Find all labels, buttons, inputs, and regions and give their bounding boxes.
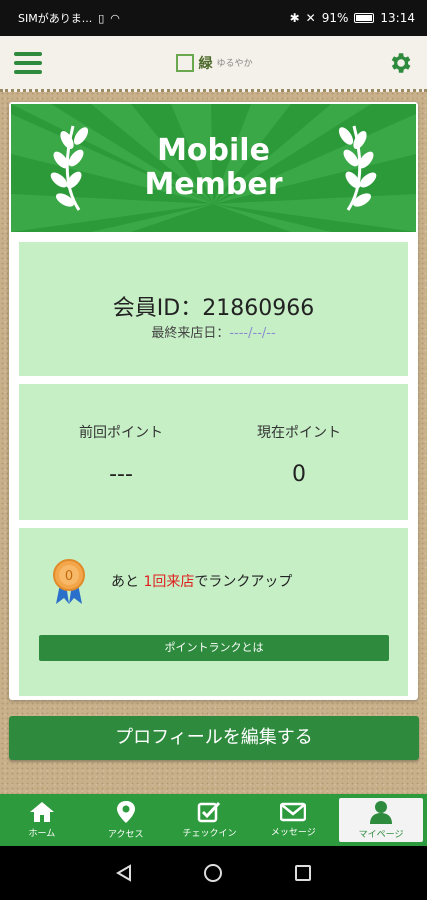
sim-icon: ▯	[98, 11, 105, 25]
nav-access[interactable]: アクセス	[84, 794, 168, 846]
envelope-icon	[280, 802, 307, 822]
back-icon[interactable]	[115, 864, 133, 882]
banner-title-line1: Mobile	[157, 133, 270, 168]
banner-title-line2: Member	[144, 167, 283, 202]
rank-msg-highlight: 1回来店	[143, 574, 195, 590]
last-visit: 最終来店日：----/--/--	[19, 322, 408, 341]
current-points-label: 現在ポイント	[257, 425, 341, 441]
system-nav-bar	[0, 846, 427, 900]
medal-icon: 0	[53, 559, 85, 604]
rank-up-message: あと 1回来店でランクアップ	[111, 571, 292, 591]
logo-mark	[176, 53, 195, 72]
previous-points: 前回ポイント ---	[41, 422, 201, 487]
nav-home[interactable]: ホーム	[0, 794, 84, 846]
nav-message[interactable]: メッセージ	[251, 794, 335, 846]
member-card: Mobile Member 会員ID：21860966 最終来店日：----/-…	[9, 102, 418, 700]
edit-profile-button[interactable]: プロフィールを編集する	[9, 716, 419, 760]
logo-subtext: ゆるやか	[216, 59, 253, 69]
nav-access-label: アクセス	[107, 830, 144, 840]
current-points: 現在ポイント 0	[219, 422, 379, 487]
nav-checkin-label: チェックイン	[182, 829, 237, 839]
wifi-icon: ◠	[110, 11, 120, 25]
battery-percent: 91%	[321, 11, 349, 25]
current-points-value: 0	[292, 462, 306, 487]
rank-msg-suffix: でランクアップ	[194, 574, 293, 590]
hamburger-menu-icon[interactable]	[14, 51, 42, 74]
mute-icon: ✕	[305, 11, 316, 25]
previous-points-label: 前回ポイント	[79, 425, 163, 441]
nav-message-label: メッセージ	[270, 828, 316, 838]
nav-mypage-label: マイページ	[358, 830, 404, 840]
member-id-panel: 会員ID：21860966 最終来店日：----/--/--	[19, 242, 408, 376]
member-id: 会員ID：21860966	[112, 296, 315, 321]
nav-mypage[interactable]: マイページ	[339, 798, 423, 842]
previous-points-value: ---	[109, 462, 133, 487]
last-visit-value: ----/--/--	[229, 326, 276, 341]
gear-icon[interactable]	[387, 50, 413, 76]
point-rank-info-button[interactable]: ポイントランクとは	[39, 635, 389, 661]
medal-value: 0	[65, 569, 73, 584]
status-bar: SIMがありま... ▯ ◠ ✱ ✕ 91% 13:14	[0, 0, 427, 36]
clock: 13:14	[380, 11, 415, 25]
carrier-text: SIMがありま...	[18, 12, 93, 25]
logo-text: 緑	[198, 55, 213, 72]
app-screen: 緑 ゆるやか Mobile Member 会員ID：21860966 最終来店日…	[0, 36, 427, 846]
last-visit-label: 最終来店日：	[151, 326, 230, 341]
nav-checkin[interactable]: チェックイン	[168, 794, 252, 846]
recents-icon[interactable]	[294, 864, 312, 882]
bottom-nav: ホーム アクセス チェックイン メッセージ マイページ	[0, 794, 427, 846]
app-logo: 緑 ゆるやか	[176, 53, 253, 73]
person-icon	[370, 801, 393, 824]
nav-home-label: ホーム	[28, 829, 56, 839]
member-banner: Mobile Member	[11, 104, 416, 232]
bluetooth-icon: ✱	[289, 11, 300, 25]
app-header: 緑 ゆるやか	[0, 36, 427, 92]
home-icon	[29, 802, 54, 822]
map-pin-icon	[116, 801, 135, 823]
rank-panel: 0 あと 1回来店でランクアップ ポイントランクとは	[19, 528, 408, 696]
checkbox-icon	[198, 801, 221, 823]
battery-icon	[354, 13, 375, 23]
home-circle-icon[interactable]	[203, 863, 223, 883]
points-panel: 前回ポイント --- 現在ポイント 0	[19, 384, 408, 520]
rank-msg-prefix: あと	[111, 574, 139, 590]
